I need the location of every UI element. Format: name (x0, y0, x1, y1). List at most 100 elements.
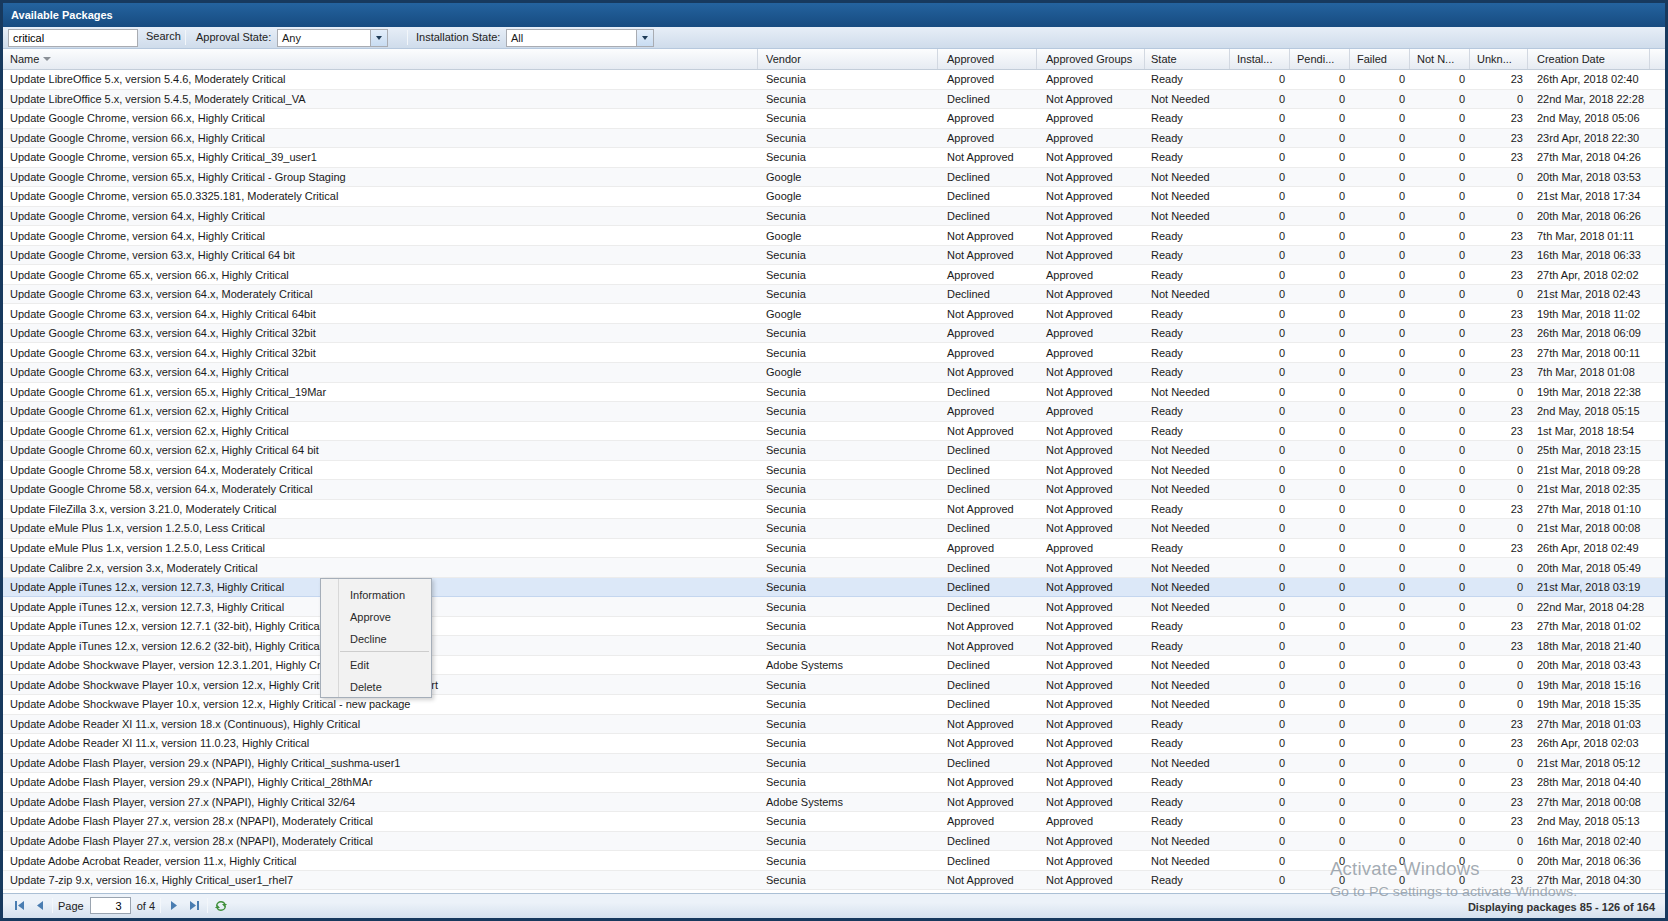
table-row[interactable]: Update Adobe Flash Player, version 29.x … (3, 773, 1665, 793)
table-row[interactable]: Update Google Chrome, version 64.x, High… (3, 226, 1665, 246)
table-row[interactable]: Update Google Chrome 63.x, version 64.x,… (3, 363, 1665, 383)
table-row[interactable]: Update Adobe Reader XI 11.x, version 11.… (3, 734, 1665, 754)
context-menu-item-information[interactable]: Information (321, 584, 431, 606)
table-row[interactable]: Update Google Chrome 65.x, version 66.x,… (3, 265, 1665, 285)
table-row[interactable]: Update Apple iTunes 12.x, version 12.6.2… (3, 636, 1665, 656)
cell-failed: 0 (1350, 483, 1410, 495)
cell-state: Not Needed (1145, 757, 1230, 769)
table-row[interactable]: Update Adobe Flash Player 27.x, version … (3, 832, 1665, 852)
cell-unknown: 23 (1470, 308, 1528, 320)
table-row[interactable]: Update Apple iTunes 12.x, version 12.7.1… (3, 617, 1665, 637)
table-row[interactable]: Update Google Chrome, version 66.x, High… (3, 109, 1665, 129)
table-row[interactable]: Update Adobe Flash Player, version 27.x … (3, 793, 1665, 813)
column-header-unknown[interactable]: Unkn... (1470, 49, 1528, 69)
cell-state: Not Needed (1145, 483, 1230, 495)
context-menu-item-delete[interactable]: Delete (321, 676, 431, 698)
installation-state-select[interactable]: All (506, 29, 654, 47)
context-menu-item-edit[interactable]: Edit (321, 654, 431, 676)
column-header-pending[interactable]: Pendi... (1290, 49, 1350, 69)
cell-approved: Not Approved (938, 718, 1037, 730)
column-header-failed[interactable]: Failed (1350, 49, 1410, 69)
table-row[interactable]: Update Apple iTunes 12.x, version 12.7.3… (3, 597, 1665, 617)
cell-state: Not Needed (1145, 93, 1230, 105)
table-row[interactable]: Update Google Chrome, version 66.x, High… (3, 129, 1665, 149)
table-row[interactable]: Update Google Chrome, version 63.x, High… (3, 246, 1665, 266)
table-row[interactable]: Update LibreOffice 5.x, version 5.4.5, M… (3, 90, 1665, 110)
cell-not-needed: 0 (1410, 601, 1470, 613)
cell-installed: 0 (1230, 151, 1290, 163)
column-header-installed[interactable]: Instal... (1230, 49, 1290, 69)
cell-not-needed: 0 (1410, 151, 1470, 163)
table-row[interactable]: Update FileZilla 3.x, version 3.21.0, Mo… (3, 500, 1665, 520)
table-row[interactable]: Update Google Chrome, version 65.x, High… (3, 148, 1665, 168)
column-header-approved[interactable]: Approved (938, 49, 1037, 69)
table-row[interactable]: Update Google Chrome, version 64.x, High… (3, 207, 1665, 227)
cell-installed: 0 (1230, 503, 1290, 515)
cell-name: Update Adobe Reader XI 11.x, version 18.… (3, 718, 758, 730)
cell-state: Ready (1145, 620, 1230, 632)
table-row[interactable]: Update Adobe Flash Player, version 29.x … (3, 754, 1665, 774)
table-row[interactable]: Update eMule Plus 1.x, version 1.2.5.0, … (3, 539, 1665, 559)
column-header-vendor[interactable]: Vendor (758, 49, 938, 69)
table-row[interactable]: Update Google Chrome, version 65.x, High… (3, 168, 1665, 188)
column-header-state[interactable]: State (1145, 49, 1230, 69)
cell-vendor: Secunia (758, 815, 938, 827)
table-row[interactable]: Update Google Chrome 58.x, version 64.x,… (3, 480, 1665, 500)
prev-page-button[interactable] (29, 896, 49, 916)
table-row[interactable]: Update Calibre 2.x, version 3.x, Moderat… (3, 558, 1665, 578)
table-row[interactable]: Update Google Chrome 63.x, version 64.x,… (3, 285, 1665, 305)
table-row[interactable]: Update Google Chrome, version 65.0.3325.… (3, 187, 1665, 207)
chevron-down-icon[interactable] (636, 30, 653, 46)
refresh-button[interactable] (211, 896, 231, 916)
cell-failed: 0 (1350, 425, 1410, 437)
table-row[interactable]: Update Adobe Shockwave Player, version 1… (3, 656, 1665, 676)
cell-pending: 0 (1290, 230, 1350, 242)
cell-groups: Not Approved (1037, 503, 1145, 515)
table-row[interactable]: Update eMule Plus 1.x, version 1.2.5.0, … (3, 519, 1665, 539)
table-row[interactable]: Update Google Chrome 63.x, version 64.x,… (3, 324, 1665, 344)
last-page-button[interactable] (184, 896, 204, 916)
cell-name: Update Google Chrome 61.x, version 62.x,… (3, 425, 758, 437)
table-row[interactable]: Update Apple iTunes 12.x, version 12.7.3… (3, 578, 1665, 598)
table-row[interactable]: Update Google Chrome 58.x, version 64.x,… (3, 461, 1665, 481)
table-row[interactable]: Update Google Chrome 61.x, version 62.x,… (3, 402, 1665, 422)
next-page-button[interactable] (164, 896, 184, 916)
column-header-not-needed[interactable]: Not N... (1410, 49, 1470, 69)
cell-created: 27th Mar, 2018 04:26 (1528, 151, 1650, 163)
table-row[interactable]: Update Adobe Shockwave Player 10.x, vers… (3, 695, 1665, 715)
cell-installed: 0 (1230, 815, 1290, 827)
cell-groups: Not Approved (1037, 190, 1145, 202)
cell-state: Ready (1145, 327, 1230, 339)
refresh-icon (214, 899, 228, 913)
cell-name: Update Google Chrome 63.x, version 64.x,… (3, 347, 758, 359)
cell-failed: 0 (1350, 230, 1410, 242)
table-row[interactable]: Update Adobe Reader XI 11.x, version 18.… (3, 715, 1665, 735)
table-row[interactable]: Update 7-zip 9.x, version 16.x, Highly C… (3, 871, 1665, 891)
table-row[interactable]: Update Adobe Flash Player 27.x, version … (3, 812, 1665, 832)
cell-approved: Declined (938, 659, 1037, 671)
cell-approved: Declined (938, 562, 1037, 574)
table-row[interactable]: Update Adobe Shockwave Player 10.x, vers… (3, 675, 1665, 695)
search-button[interactable]: Search (146, 30, 181, 42)
search-input[interactable] (8, 29, 138, 47)
table-row[interactable]: Update Google Chrome 63.x, version 64.x,… (3, 343, 1665, 363)
cell-groups: Approved (1037, 132, 1145, 144)
chevron-down-icon[interactable] (370, 30, 387, 46)
column-header-name[interactable]: Name (3, 49, 758, 69)
column-header-approved-groups[interactable]: Approved Groups (1037, 49, 1145, 69)
table-row[interactable]: Update Google Chrome 60.x, version 62.x,… (3, 441, 1665, 461)
approval-state-select[interactable]: Any (277, 29, 388, 47)
page-number-input[interactable] (90, 897, 131, 914)
table-row[interactable]: Update Google Chrome 61.x, version 65.x,… (3, 383, 1665, 403)
table-row[interactable]: Update Adobe Acrobat Reader, version 11.… (3, 851, 1665, 871)
table-row[interactable]: Update Google Chrome 61.x, version 62.x,… (3, 422, 1665, 442)
context-menu-item-approve[interactable]: Approve (321, 606, 431, 628)
context-menu-item-decline[interactable]: Decline (321, 628, 431, 650)
cell-not-needed: 0 (1410, 542, 1470, 554)
column-header-creation-date[interactable]: Creation Date (1528, 49, 1650, 69)
table-row[interactable]: Update LibreOffice 5.x, version 5.4.6, M… (3, 70, 1665, 90)
first-page-button[interactable] (9, 896, 29, 916)
table-row[interactable]: Update Google Chrome 63.x, version 64.x,… (3, 304, 1665, 324)
cell-created: 27th Mar, 2018 00:08 (1528, 796, 1650, 808)
cell-vendor: Secunia (758, 405, 938, 417)
